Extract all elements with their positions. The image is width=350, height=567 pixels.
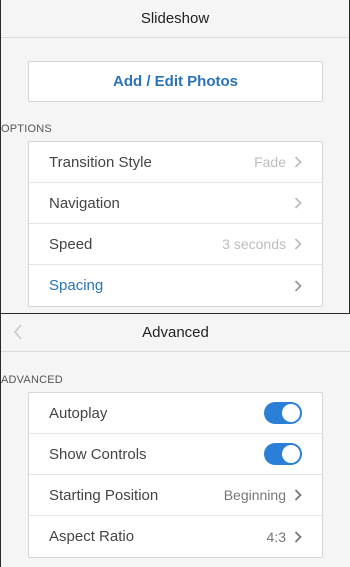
speed-row[interactable]: Speed 3 seconds xyxy=(29,224,322,265)
chevron-right-icon xyxy=(294,197,302,209)
show-controls-row: Show Controls xyxy=(29,434,322,475)
row-label: Spacing xyxy=(49,277,104,294)
page-title: Advanced xyxy=(142,324,209,341)
row-label: Autoplay xyxy=(49,404,108,422)
row-label: Transition Style xyxy=(49,153,152,171)
options-section-label: OPTIONS xyxy=(1,123,52,135)
page-title: Slideshow xyxy=(140,10,210,27)
aspect-ratio-row[interactable]: Aspect Ratio 4:3 xyxy=(29,516,322,557)
chevron-right-icon xyxy=(294,489,302,501)
starting-position-row[interactable]: Starting Position Beginning xyxy=(29,475,322,516)
navigation-row[interactable]: Navigation xyxy=(29,183,322,224)
slideshow-header: Slideshow xyxy=(1,0,349,38)
row-value: 4:3 xyxy=(266,528,286,545)
back-chevron-icon[interactable] xyxy=(13,322,31,342)
show-controls-toggle[interactable] xyxy=(264,443,302,465)
toggle-knob xyxy=(282,404,300,422)
spacing-row[interactable]: Spacing xyxy=(29,265,322,306)
row-label: Speed xyxy=(49,235,93,253)
chevron-right-icon xyxy=(294,530,302,543)
row-value: Beginning xyxy=(223,487,286,503)
add-edit-photos-button[interactable]: Add / Edit Photos xyxy=(28,61,323,102)
row-label: Aspect Ratio xyxy=(49,528,135,545)
autoplay-toggle[interactable] xyxy=(264,402,302,424)
row-label: Show Controls xyxy=(49,445,147,463)
advanced-panel: Advanced ADVANCED Autoplay Show Controls… xyxy=(0,313,350,567)
chevron-right-icon xyxy=(294,156,302,168)
toggle-knob xyxy=(282,445,300,463)
chevron-right-icon xyxy=(294,279,302,292)
row-label: Starting Position xyxy=(49,486,159,504)
advanced-list: Autoplay Show Controls Starting Position… xyxy=(28,392,323,558)
slideshow-panel: Slideshow Add / Edit Photos OPTIONS Tran… xyxy=(0,0,350,313)
row-value: Fade xyxy=(254,154,286,170)
advanced-section-label: ADVANCED xyxy=(1,374,63,386)
transition-style-row[interactable]: Transition Style Fade xyxy=(29,142,322,183)
autoplay-row: Autoplay xyxy=(29,393,322,434)
chevron-right-icon xyxy=(294,238,302,250)
options-list: Transition Style Fade Navigation Speed 3… xyxy=(28,141,323,307)
row-value: 3 seconds xyxy=(222,236,286,252)
row-label: Navigation xyxy=(49,194,120,212)
advanced-header: Advanced xyxy=(1,314,350,352)
